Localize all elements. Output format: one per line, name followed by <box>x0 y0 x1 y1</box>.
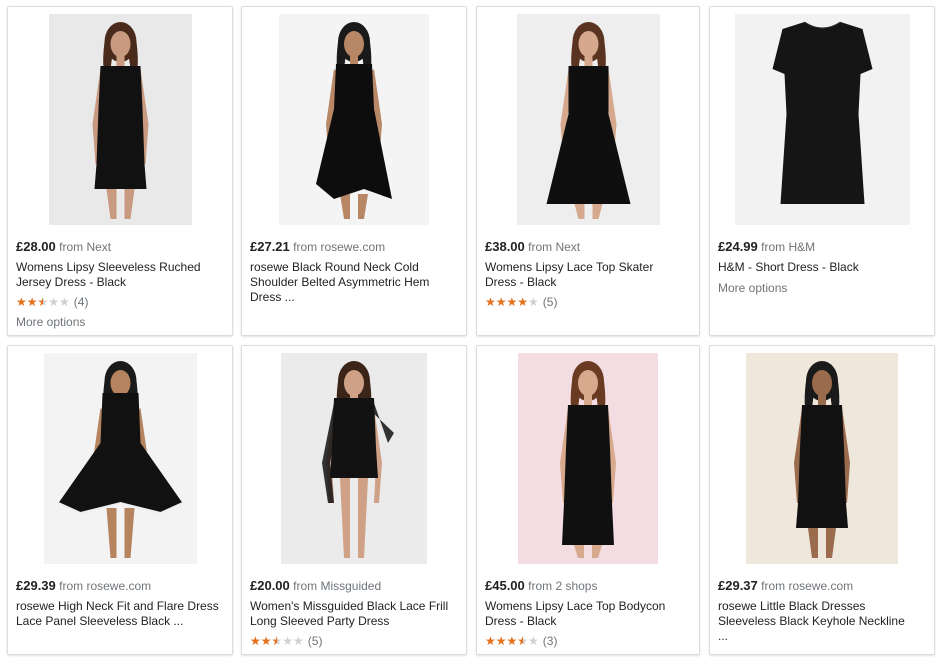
product-card[interactable]: £20.00 from Missguided Women's Missguide… <box>241 345 467 655</box>
product-title[interactable]: rosewe High Neck Fit and Flare Dress Lac… <box>16 599 231 629</box>
product-card[interactable]: £24.99 from H&M H&M - Short Dress - Blac… <box>709 6 935 336</box>
product-source: from Next <box>59 240 112 254</box>
rating-count: (3) <box>542 634 558 648</box>
product-source: from rosewe.com <box>59 579 152 593</box>
product-price: £38.00 <box>485 239 525 254</box>
price-line: £29.37 from rosewe.com <box>718 578 926 594</box>
product-price: £29.37 <box>718 578 758 593</box>
product-price: £20.00 <box>250 578 290 593</box>
product-image[interactable] <box>484 14 692 225</box>
star-rating-icon: ★★★★★★★★★★ <box>485 634 539 648</box>
product-title[interactable]: Women's Missguided Black Lace Frill Long… <box>250 599 465 629</box>
product-price: £27.21 <box>250 239 290 254</box>
star-rating-icon: ★★★★★★★★★★ <box>485 295 539 309</box>
product-price: £24.99 <box>718 239 758 254</box>
product-title[interactable]: Womens Lipsy Lace Top Bodycon Dress - Bl… <box>485 599 695 629</box>
star-rating-icon: ★★★★★★★★★★ <box>250 634 304 648</box>
product-source: from Missguided <box>293 579 382 593</box>
product-card[interactable]: £27.21 from rosewe.com rosewe Black Roun… <box>241 6 467 336</box>
product-image[interactable] <box>717 14 927 225</box>
product-card[interactable]: £29.39 from rosewe.com rosewe High Neck … <box>7 345 233 655</box>
product-title[interactable]: Womens Lipsy Lace Top Skater Dress - Bla… <box>485 260 685 290</box>
product-source: from H&M <box>761 240 816 254</box>
product-image[interactable] <box>249 353 459 564</box>
product-rating[interactable]: ★★★★★★★★★★(3) <box>485 634 691 648</box>
product-rating[interactable]: ★★★★★★★★★★(5) <box>250 634 458 648</box>
product-card[interactable]: £28.00 from Next Womens Lipsy Sleeveless… <box>7 6 233 336</box>
product-title[interactable]: rosewe Black Round Neck Cold Shoulder Be… <box>250 260 455 305</box>
product-price: £29.39 <box>16 578 56 593</box>
product-image[interactable] <box>484 353 692 564</box>
product-title[interactable]: Womens Lipsy Sleeveless Ruched Jersey Dr… <box>16 260 221 290</box>
product-price: £45.00 <box>485 578 525 593</box>
product-rating[interactable]: ★★★★★★★★★★(4) <box>16 295 224 309</box>
product-title[interactable]: H&M - Short Dress - Black <box>718 260 918 275</box>
star-rating-icon: ★★★★★★★★★★ <box>16 295 70 309</box>
product-image[interactable] <box>717 353 927 564</box>
price-line: £27.21 from rosewe.com <box>250 239 458 255</box>
price-line: £28.00 from Next <box>16 239 224 255</box>
price-line: £38.00 from Next <box>485 239 691 255</box>
product-source: from Next <box>528 240 581 254</box>
price-line: £45.00 from 2 shops <box>485 578 691 594</box>
product-title[interactable]: rosewe Little Black Dresses Sleeveless B… <box>718 599 918 644</box>
product-source: from rosewe.com <box>761 579 854 593</box>
rating-count: (5) <box>542 295 558 309</box>
product-image[interactable] <box>15 353 225 564</box>
product-card[interactable]: £45.00 from 2 shops Womens Lipsy Lace To… <box>476 345 700 655</box>
product-source: from rosewe.com <box>293 240 386 254</box>
more-options-link[interactable]: More options <box>718 281 926 295</box>
price-line: £24.99 from H&M <box>718 239 926 255</box>
price-line: £29.39 from rosewe.com <box>16 578 224 594</box>
rating-count: (5) <box>307 634 323 648</box>
product-image[interactable] <box>249 14 459 225</box>
product-price: £28.00 <box>16 239 56 254</box>
product-source: from 2 shops <box>528 579 598 593</box>
rating-count: (4) <box>73 295 89 309</box>
price-line: £20.00 from Missguided <box>250 578 458 594</box>
product-card[interactable]: £38.00 from Next Womens Lipsy Lace Top S… <box>476 6 700 336</box>
product-rating[interactable]: ★★★★★★★★★★(5) <box>485 295 691 309</box>
more-options-link[interactable]: More options <box>16 315 224 329</box>
product-image[interactable] <box>15 14 225 225</box>
product-card[interactable]: £29.37 from rosewe.com rosewe Little Bla… <box>709 345 935 655</box>
